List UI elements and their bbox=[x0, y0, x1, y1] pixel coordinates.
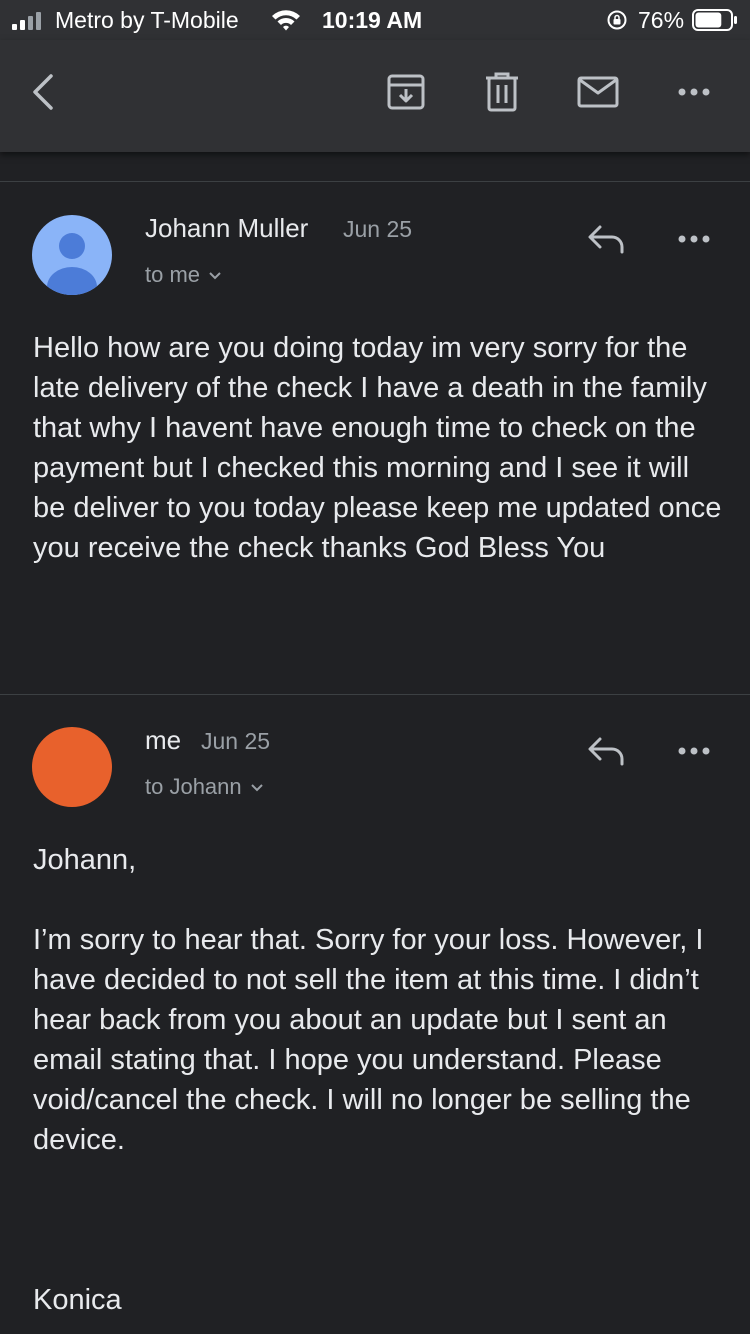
rotation-lock-icon bbox=[607, 10, 627, 30]
message-more-button[interactable] bbox=[672, 729, 716, 773]
battery-icon bbox=[692, 9, 737, 31]
trash-icon bbox=[486, 72, 518, 112]
message-body: I’m sorry to hear that. Sorry for your l… bbox=[33, 924, 712, 1156]
more-horizontal-icon bbox=[678, 747, 710, 755]
more-options-button[interactable] bbox=[672, 70, 716, 114]
message-divider bbox=[0, 694, 750, 695]
more-horizontal-icon bbox=[678, 88, 710, 96]
mail-icon bbox=[577, 76, 619, 108]
avatar[interactable] bbox=[32, 215, 112, 295]
reply-icon bbox=[588, 737, 624, 766]
wifi-icon bbox=[272, 10, 300, 31]
carrier-name: Metro by T-Mobile bbox=[55, 7, 239, 33]
battery-percent: 76% bbox=[638, 7, 685, 33]
mark-unread-button[interactable] bbox=[576, 70, 620, 114]
recipient-label: to me bbox=[145, 262, 201, 287]
message-toolbar bbox=[0, 40, 750, 152]
reply-icon bbox=[588, 225, 624, 254]
thread-divider bbox=[0, 181, 750, 182]
message-greeting: Johann, bbox=[33, 844, 137, 876]
message-more-button[interactable] bbox=[672, 217, 716, 261]
status-time: 10:19 AM bbox=[322, 7, 423, 33]
recipient-details[interactable]: to me bbox=[145, 262, 222, 288]
message-date: Jun 25 bbox=[343, 216, 413, 242]
reply-button[interactable] bbox=[584, 217, 628, 261]
avatar[interactable] bbox=[32, 727, 112, 807]
archive-button[interactable] bbox=[384, 70, 428, 114]
delete-button[interactable] bbox=[480, 70, 524, 114]
person-icon bbox=[47, 233, 97, 295]
back-button[interactable] bbox=[22, 70, 66, 114]
chevron-left-icon bbox=[33, 74, 53, 110]
archive-icon bbox=[387, 74, 425, 110]
sender-name: me bbox=[145, 725, 182, 755]
reply-button[interactable] bbox=[584, 729, 628, 773]
more-horizontal-icon bbox=[678, 235, 710, 243]
recipient-details[interactable]: to Johann bbox=[145, 774, 264, 800]
sender-name: Johann Muller bbox=[145, 213, 309, 243]
chevron-down-icon bbox=[250, 784, 263, 792]
message-date: Jun 25 bbox=[201, 728, 271, 754]
cell-signal-icon bbox=[12, 10, 48, 30]
chevron-down-icon bbox=[209, 272, 221, 280]
status-bar: Metro by T-Mobile 10:19 AM 76% bbox=[0, 0, 750, 40]
recipient-label: to Johann bbox=[145, 774, 242, 799]
message-body: Hello how are you doing today im very so… bbox=[33, 332, 730, 564]
message-signature: Konica bbox=[33, 1284, 122, 1316]
